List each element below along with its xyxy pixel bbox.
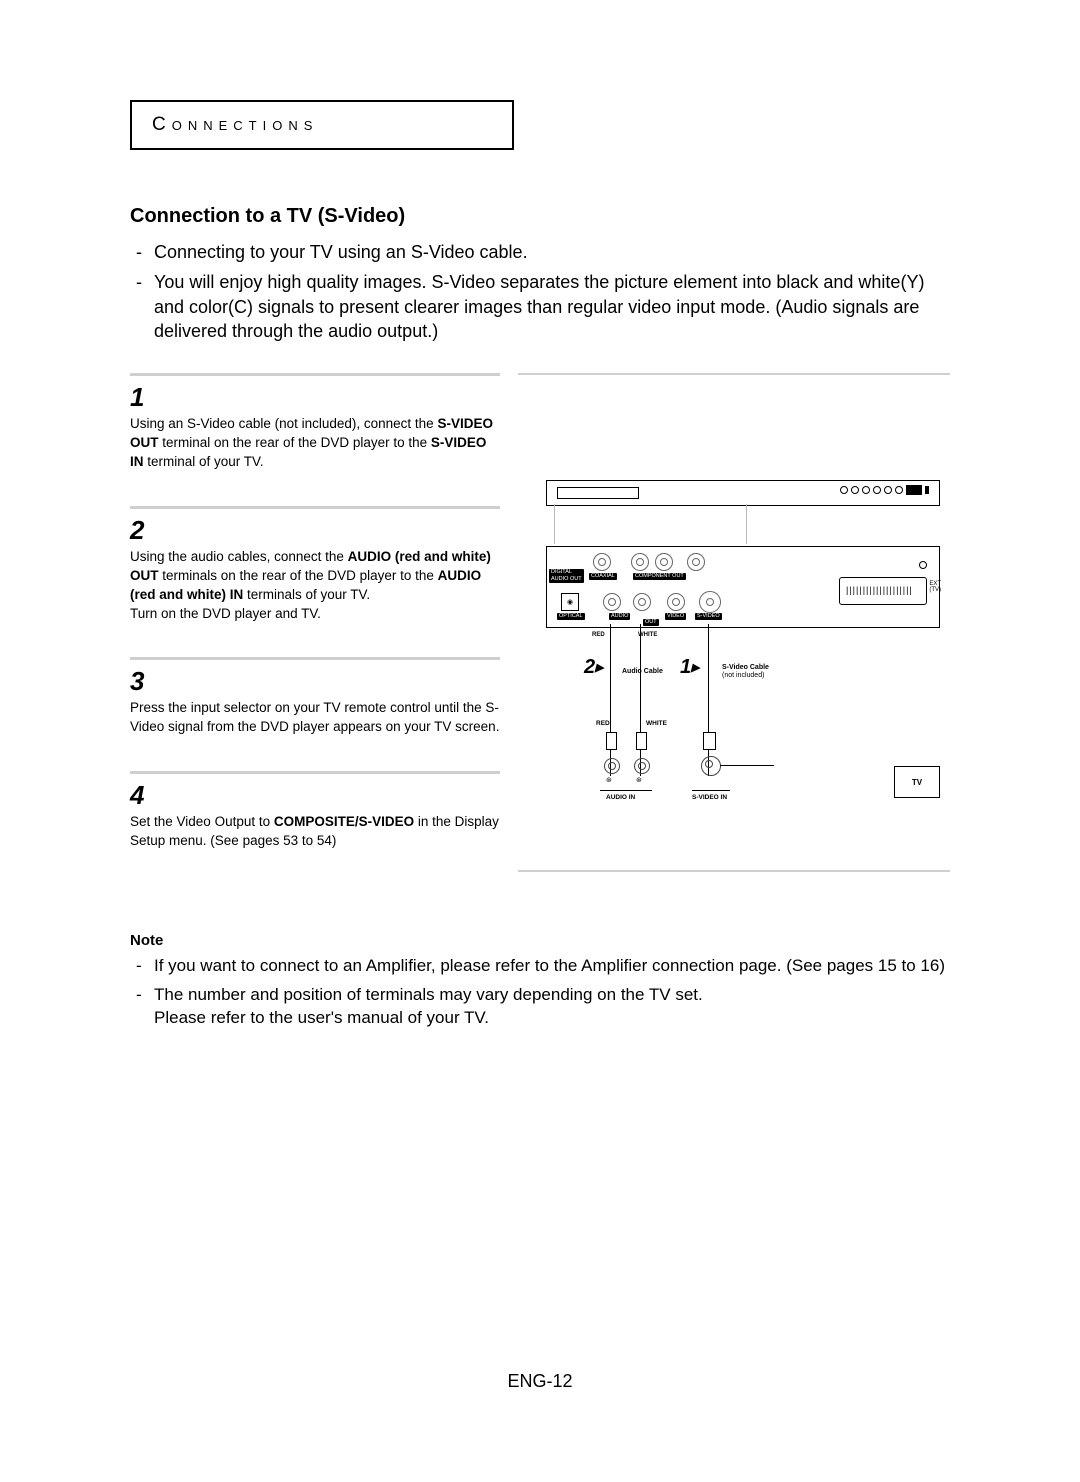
svideo-out-jack-icon (699, 591, 721, 613)
underline (600, 790, 652, 791)
chapter-label: Connections (152, 114, 318, 135)
underline (692, 790, 730, 791)
jack-marker: ⊛ (606, 776, 612, 784)
scart-connector-icon (839, 577, 927, 605)
intro-list: Connecting to your TV using an S-Video c… (130, 240, 950, 343)
tv-audio-in-right-jack-icon (634, 758, 650, 774)
arrow-right-icon: ▶ (595, 662, 603, 674)
steps-column: 1 Using an S-Video cable (not included),… (130, 373, 500, 872)
intro-bullet: Connecting to your TV using an S-Video c… (130, 240, 950, 264)
step-text: Press the input selector on your TV remo… (130, 699, 500, 737)
connector-line (720, 765, 774, 766)
step-4: 4 Set the Video Output to COMPOSITE/S-VI… (130, 771, 500, 851)
step-text: Using the audio cables, connect the AUDI… (130, 548, 500, 624)
step-divider (130, 373, 500, 376)
step-text: Set the Video Output to COMPOSITE/S-VIDE… (130, 813, 500, 851)
diagram-callout-2: 2▶ (584, 656, 604, 679)
main-row: 1 Using an S-Video cable (not included),… (130, 373, 950, 872)
chapter-label-box: Connections (130, 100, 514, 150)
note-item: If you want to connect to an Amplifier, … (130, 955, 950, 978)
dvd-rear-panel: DIGITALAUDIO OUT COAXIAL COMPONENT OUT ◉… (546, 546, 940, 628)
step-1: 1 Using an S-Video cable (not included),… (130, 373, 500, 472)
audio-out-left-jack-icon (603, 593, 621, 611)
step-2: 2 Using the audio cables, connect the AU… (130, 506, 500, 624)
label-red: RED (592, 632, 605, 638)
component-jack-icon (655, 553, 673, 571)
label-coaxial: COAXIAL (589, 573, 617, 580)
step-divider (130, 657, 500, 660)
arrow-right-icon: ▶ (691, 662, 699, 674)
page-number: ENG-12 (0, 1371, 1080, 1392)
rca-plug-icon (636, 732, 647, 750)
audio-cable-white-wire (640, 624, 641, 776)
audio-out-right-jack-icon (633, 593, 651, 611)
component-jack-icon (687, 553, 705, 571)
dvd-player-top (546, 480, 940, 506)
notes-list: If you want to connect to an Amplifier, … (130, 955, 950, 1030)
guide-line (554, 504, 555, 544)
diagram-callout-1: 1▶ (680, 656, 700, 679)
step-text: Using an S-Video cable (not included), c… (130, 415, 500, 472)
intro-bullet: You will enjoy high quality images. S-Vi… (130, 270, 950, 343)
audio-cable-red-wire (610, 624, 611, 776)
component-jack-icon (631, 553, 649, 571)
label-ext-tv: EXT(TV) (929, 581, 941, 593)
connection-diagram: DIGITALAUDIO OUT COAXIAL COMPONENT OUT ◉… (546, 480, 940, 650)
guide-line (746, 504, 747, 544)
scart-screw-icon (919, 561, 927, 569)
tv-label: TV (912, 778, 922, 787)
svideo-plug-icon (703, 732, 716, 750)
label-optical: OPTICAL (557, 613, 585, 620)
label-svideo-in: S-VIDEO IN (692, 794, 727, 801)
note-item: The number and position of terminals may… (130, 984, 950, 1030)
callout-1-label-a: S-Video Cable (722, 664, 769, 672)
coaxial-jack-icon (593, 553, 611, 571)
diagram-column: DIGITALAUDIO OUT COAXIAL COMPONENT OUT ◉… (518, 373, 950, 872)
label-svideo: S-VIDEO (695, 613, 722, 620)
jack-marker: ⊛ (636, 776, 642, 784)
label-digital-audio-out: DIGITALAUDIO OUT (549, 569, 584, 583)
label-out: OUT (643, 619, 659, 626)
video-out-jack-icon (667, 593, 685, 611)
callout-1-label-b: (not included) (722, 672, 764, 680)
tv-svideo-in-jack-icon (701, 756, 721, 776)
step-number: 4 (130, 780, 500, 811)
tv-box: TV (894, 766, 940, 798)
label-audio: AUDIO (609, 613, 630, 620)
step-number: 1 (130, 382, 500, 413)
tv-audio-in-left-jack-icon (604, 758, 620, 774)
step-3: 3 Press the input selector on your TV re… (130, 657, 500, 737)
label-component-out: COMPONENT OUT (633, 573, 686, 580)
optical-jack-icon: ◉ (561, 593, 579, 611)
step-divider (130, 771, 500, 774)
label-video: VIDEO (665, 613, 686, 620)
front-buttons-icon (840, 485, 929, 495)
rca-plug-icon (606, 732, 617, 750)
manual-page: Connections Connection to a TV (S-Video)… (0, 0, 1080, 1482)
step-divider (130, 506, 500, 509)
label-audio-in: AUDIO IN (606, 794, 635, 801)
section-title: Connection to a TV (S-Video) (130, 205, 950, 228)
step-number: 3 (130, 666, 500, 697)
step-number: 2 (130, 515, 500, 546)
callout-2-label: Audio Cable (622, 668, 663, 676)
disc-tray-icon (557, 487, 639, 499)
label-white-plug: WHITE (646, 720, 667, 727)
notes-heading: Note (130, 932, 950, 949)
svideo-cable-wire (708, 624, 709, 776)
label-red-plug: RED (596, 720, 610, 727)
